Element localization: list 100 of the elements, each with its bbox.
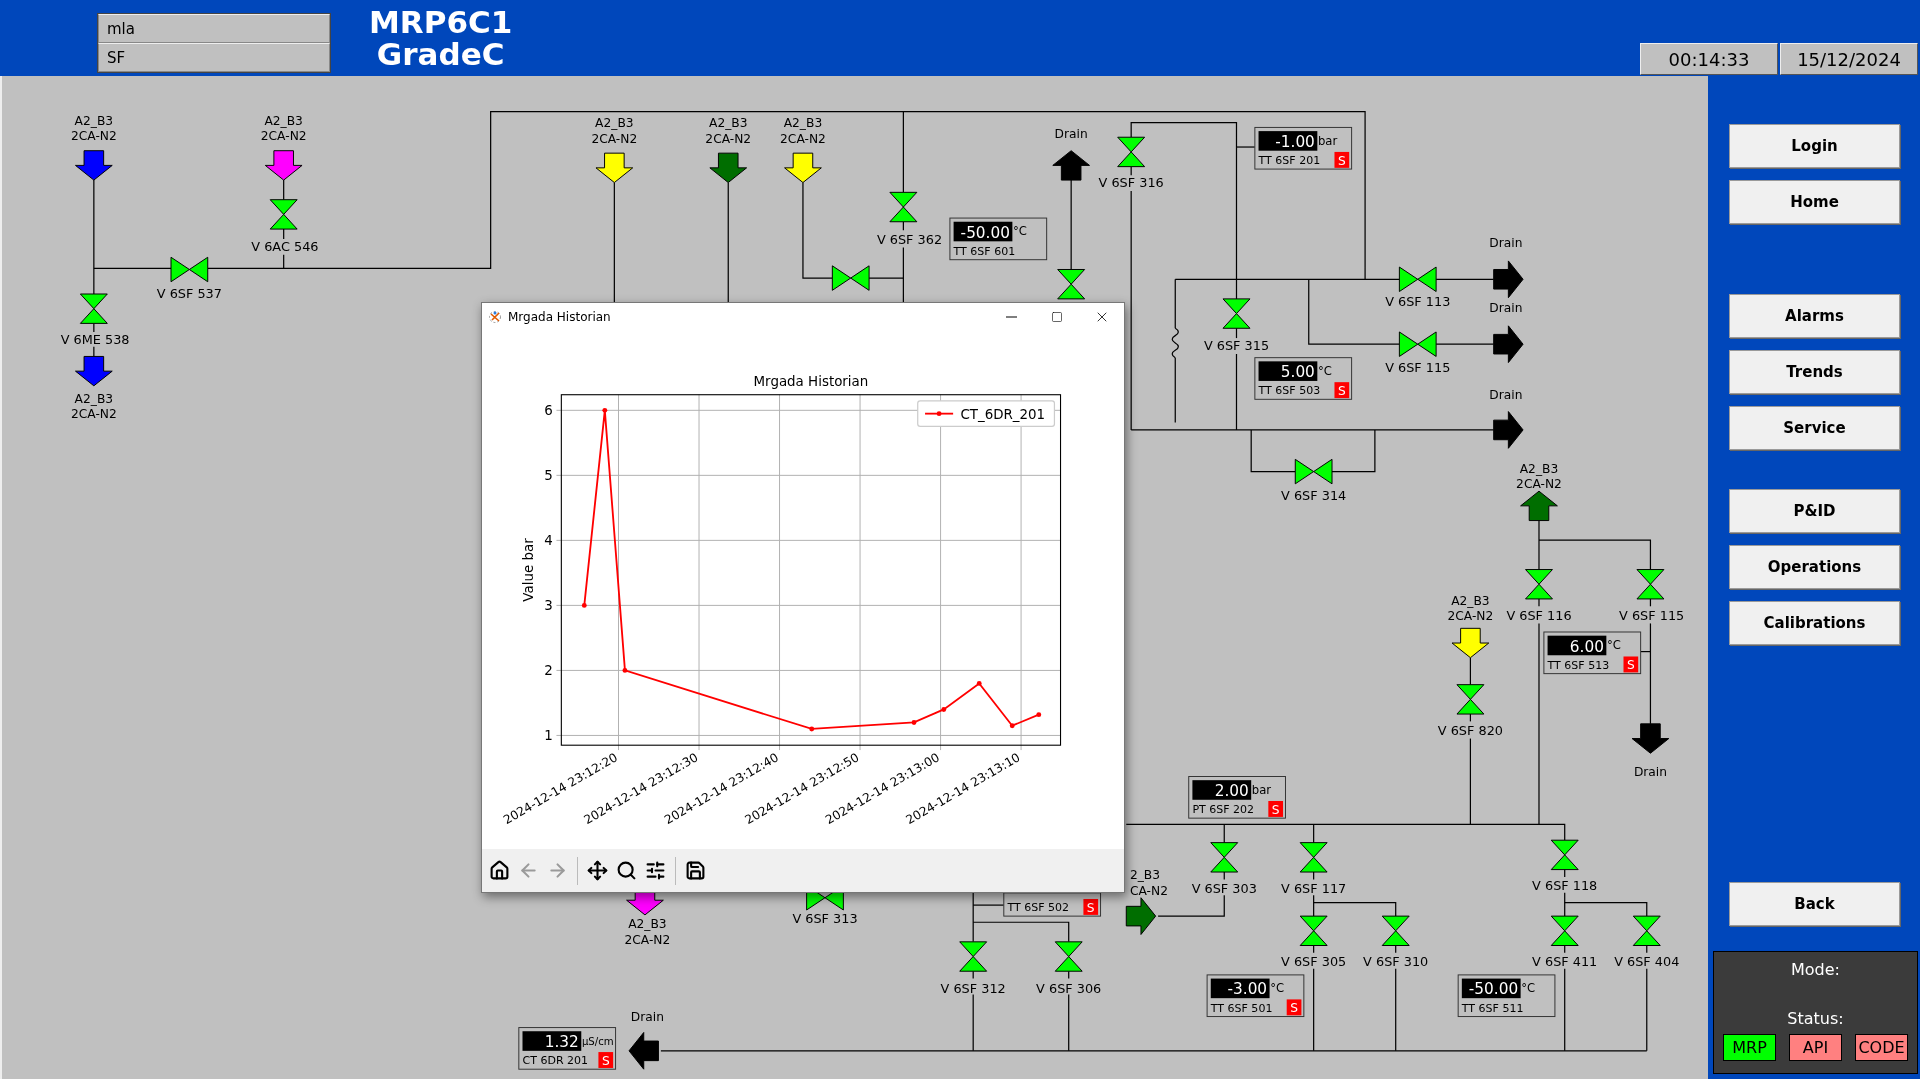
line-label: A2_B3 2CA-N2 — [70, 114, 117, 144]
window-title: Mrgada Historian — [508, 309, 611, 324]
data-point — [911, 720, 917, 725]
valve-label: V 6SF 306 — [1036, 981, 1102, 997]
unit-label: µS/cm — [581, 1035, 614, 1047]
valve-label: V 6SF 305 — [1281, 954, 1347, 970]
valve-icon[interactable] — [889, 191, 918, 223]
line-label: A2_B3 2CA-N2 — [70, 392, 117, 422]
nav-button[interactable]: Trends — [1729, 350, 1900, 394]
valve-icon[interactable] — [1381, 915, 1410, 946]
valve-label: V 6SF 313 — [792, 911, 858, 927]
header-field: SF — [98, 43, 330, 72]
status-badge: API — [1789, 1034, 1842, 1061]
status-label: Status: — [1787, 1009, 1844, 1028]
line-label: A2_B3 2CA-N2 — [624, 917, 671, 947]
value-display: 5.00 — [1258, 361, 1318, 382]
unit-label: bar — [1251, 782, 1272, 797]
move-icon — [587, 860, 608, 881]
valve-icon[interactable] — [1210, 842, 1239, 873]
unit-label: °C — [1317, 363, 1332, 378]
line-label: A2_B3 2CA-N2 — [260, 114, 307, 144]
valve-icon[interactable] — [1632, 915, 1661, 946]
unit-label: bar — [1317, 133, 1338, 148]
valve-label: V 6SF 116 — [1506, 607, 1572, 623]
valve-icon[interactable] — [831, 265, 870, 291]
valve-icon[interactable] — [1550, 839, 1579, 871]
valve-label: V 6SF 537 — [156, 285, 222, 301]
nav-button[interactable]: Alarms — [1729, 294, 1900, 338]
valve-icon[interactable] — [170, 256, 209, 283]
unit-label: °C — [1606, 638, 1621, 653]
legend-label: CT_6DR_201 — [960, 407, 1046, 423]
tick-label: 6 — [544, 403, 553, 419]
value-display: -1.00 — [1258, 131, 1318, 152]
drain-arrow-icon — [1052, 150, 1090, 181]
nav-button[interactable]: Calibrations — [1729, 601, 1900, 645]
status-flag: S — [1623, 656, 1639, 673]
valve-icon[interactable] — [79, 293, 108, 324]
data-point — [622, 668, 628, 673]
tag-label: TT 6SF 503 — [1258, 384, 1321, 398]
data-point — [602, 407, 608, 413]
valve-icon[interactable] — [1456, 684, 1485, 715]
legend-marker-icon — [924, 411, 955, 417]
value-display: 1.32 — [522, 1031, 582, 1052]
back-button[interactable]: Back — [1729, 882, 1900, 926]
drain-arrow-icon — [628, 1031, 659, 1070]
valve-icon[interactable] — [959, 941, 988, 972]
valve-label: V 6SF 411 — [1532, 954, 1598, 970]
nav-button[interactable]: Service — [1729, 406, 1900, 450]
time-display: 00:14:33 — [1640, 43, 1778, 75]
valve-icon[interactable] — [1117, 136, 1146, 168]
valve-icon[interactable] — [1636, 569, 1665, 600]
drain-arrow-icon — [1493, 260, 1524, 299]
valve-label: V 6SF 118 — [1532, 878, 1598, 894]
valve-label: V 6AC 546 — [251, 239, 319, 255]
valve-label: V 6SF 316 — [1098, 175, 1164, 191]
valve-label: V 6SF 314 — [1281, 487, 1347, 503]
tick-label: 5 — [544, 468, 553, 484]
drain-label: Drain — [1489, 388, 1523, 403]
valve-icon[interactable] — [1057, 269, 1086, 300]
data-point — [1036, 712, 1042, 718]
valve-label: V 6SF 315 — [1203, 338, 1270, 354]
app-icon — [488, 309, 502, 324]
data-point — [1009, 723, 1015, 729]
nav-button[interactable]: Operations — [1729, 545, 1900, 589]
drain-label: Drain — [1489, 236, 1523, 251]
mode-label: Mode: — [1791, 960, 1840, 979]
valve-label: V 6SF 115 — [1619, 607, 1685, 623]
valve-icon[interactable] — [1299, 915, 1328, 946]
valve-icon[interactable] — [1054, 941, 1083, 972]
valve-icon[interactable] — [1294, 458, 1333, 485]
line-label: A2_B3 2CA-N2 — [705, 116, 752, 146]
data-point — [581, 602, 587, 608]
value-display: 2.00 — [1192, 780, 1252, 801]
valve-icon[interactable] — [1222, 298, 1251, 329]
valve-icon[interactable] — [1398, 266, 1437, 293]
tick-label: 3 — [544, 598, 553, 614]
tick-label: 4 — [544, 533, 553, 549]
axis-title: Value bar — [521, 538, 537, 602]
status-badge: MRP — [1723, 1034, 1776, 1061]
minimize-icon — [1006, 315, 1017, 318]
line-label: A2_B3 2CA-N2 — [1516, 461, 1562, 492]
valve-label: V 6SF 115 — [1385, 360, 1451, 376]
search-icon — [616, 860, 637, 881]
drain-arrow-icon — [1493, 411, 1524, 449]
status-flag: S — [1334, 382, 1350, 399]
valve-icon[interactable] — [269, 199, 298, 230]
valve-icon[interactable] — [1398, 331, 1437, 357]
valve-icon[interactable] — [1550, 915, 1579, 946]
nav-button[interactable]: P&ID — [1729, 489, 1900, 533]
valve-icon[interactable] — [1525, 569, 1553, 600]
tag-label: TT 6SF 601 — [953, 244, 1016, 258]
arrow-right-icon — [547, 860, 568, 881]
valve-label: V 6SF 117 — [1281, 880, 1347, 896]
status-flag: S — [1268, 801, 1284, 817]
nav-button[interactable]: Login — [1729, 124, 1900, 168]
valve-icon[interactable] — [1299, 842, 1328, 873]
tag-label: TT 6SF 513 — [1547, 658, 1610, 672]
drain-label: Drain — [1633, 765, 1667, 780]
nav-button[interactable]: Home — [1729, 180, 1900, 224]
station-title: MRP6C1 — [369, 6, 513, 38]
